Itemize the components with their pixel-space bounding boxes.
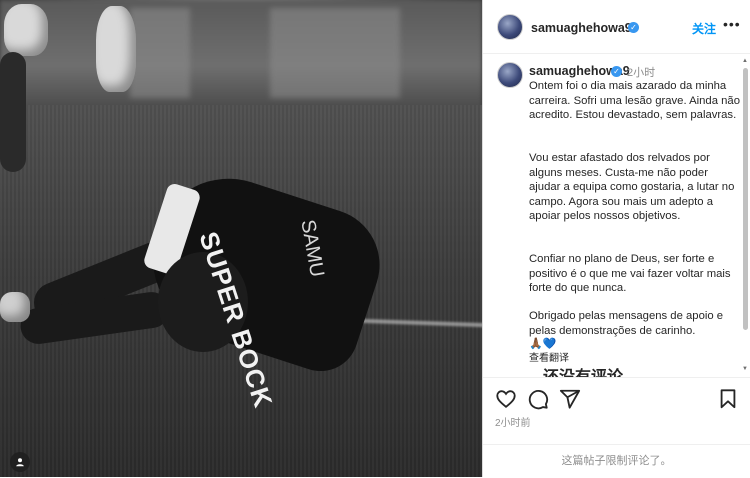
see-translation-link[interactable]: 查看翻译 bbox=[529, 349, 569, 364]
stadium-banner bbox=[130, 8, 190, 98]
post-actions-bar: 2小时前 bbox=[483, 377, 750, 437]
post-header: samuaghehowa9 ✓ 关注 ••• bbox=[483, 0, 750, 54]
scroll-down-arrow-icon[interactable]: ▼ bbox=[742, 366, 748, 372]
paper-plane-icon[interactable] bbox=[559, 388, 581, 410]
verified-badge-icon: ✓ bbox=[628, 22, 639, 33]
scrollbar-thumb[interactable] bbox=[743, 68, 748, 330]
post-side-panel: samuaghehowa9 ✓ 关注 ••• samuaghehowa9 ✓ 2… bbox=[482, 0, 750, 477]
stadium-stands bbox=[0, 0, 482, 110]
stadium-banner bbox=[270, 8, 400, 98]
user-tag-icon[interactable] bbox=[10, 452, 30, 472]
goalkeeper-leg bbox=[0, 52, 26, 172]
avatar[interactable] bbox=[497, 14, 523, 40]
caption-time: 2小时 bbox=[627, 67, 656, 79]
goalkeeper-glove-right bbox=[96, 6, 136, 92]
bookmark-icon[interactable] bbox=[717, 388, 739, 410]
more-options-icon[interactable]: ••• bbox=[723, 16, 741, 32]
caption-paragraph: Confiar no plano de Deus, ser forte e po… bbox=[529, 253, 731, 295]
heart-icon[interactable] bbox=[495, 388, 517, 410]
author-username[interactable]: samuaghehowa9 bbox=[531, 21, 632, 35]
player-boot bbox=[0, 292, 30, 322]
caption-paragraph: Vou estar afastado dos relvados por algu… bbox=[529, 152, 735, 223]
caption-avatar[interactable] bbox=[497, 62, 523, 88]
follow-button[interactable]: 关注 bbox=[692, 20, 716, 37]
post-photo[interactable]: SUPER BOCK SAMU bbox=[0, 0, 482, 477]
verified-badge-icon: ✓ bbox=[611, 66, 622, 77]
comment-icon[interactable] bbox=[527, 388, 549, 410]
no-comments-text: 还没有评论 bbox=[543, 363, 623, 377]
scroll-up-arrow-icon[interactable]: ▲ bbox=[742, 58, 748, 64]
comments-disabled-notice: 这篇帖子限制评论了。 bbox=[483, 444, 750, 477]
caption-paragraph: Obrigado pelas mensagens de apoio e pela… bbox=[529, 310, 724, 337]
caption-paragraph: Ontem foi o dia mais azarado da minha ca… bbox=[529, 80, 740, 122]
posted-time: 2小时前 bbox=[495, 418, 531, 429]
goalkeeper-glove-left bbox=[4, 4, 48, 56]
caption-area: samuaghehowa9 ✓ 2小时 Ontem foi o dia mais… bbox=[483, 55, 750, 377]
